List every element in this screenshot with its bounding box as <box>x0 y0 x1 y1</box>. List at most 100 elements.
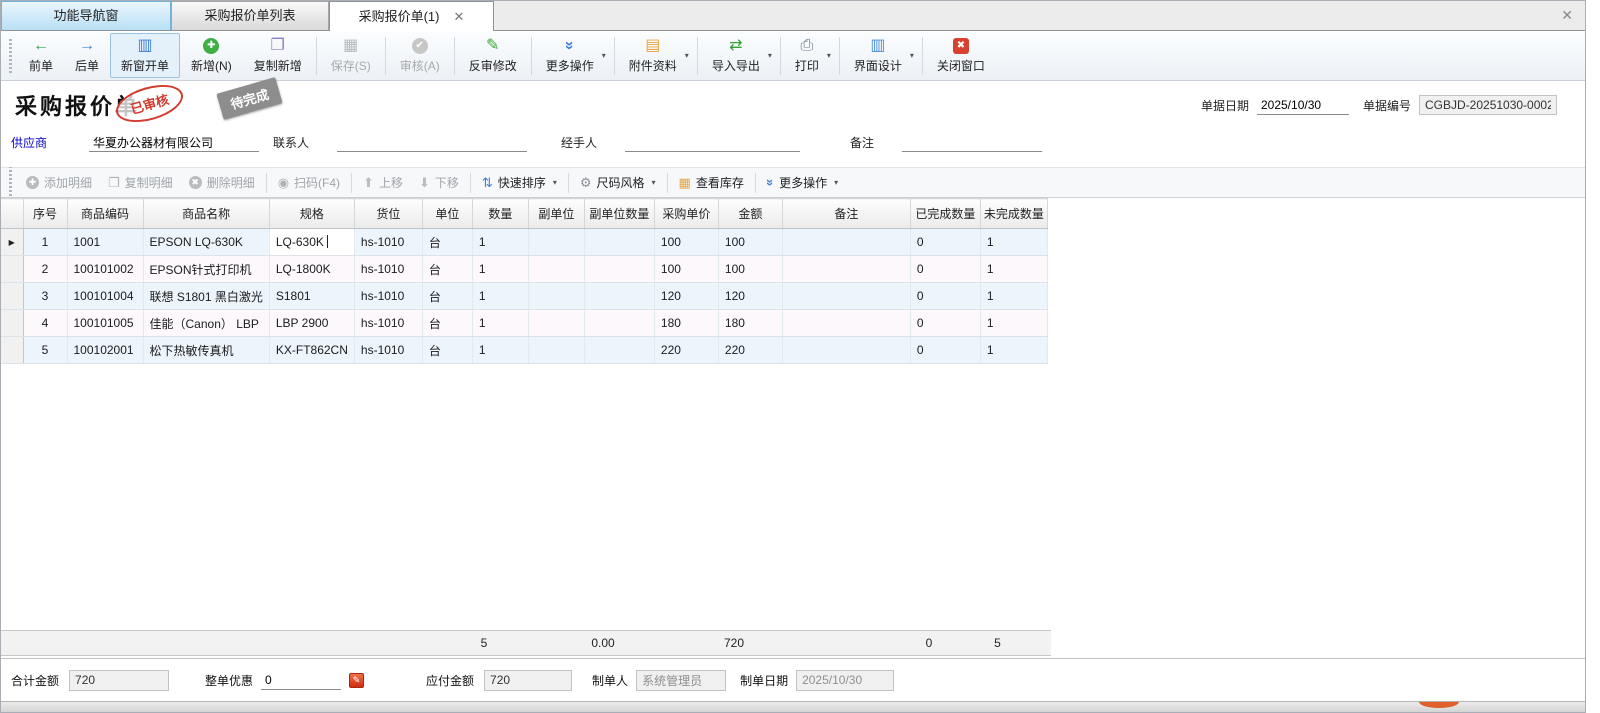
cell-seq[interactable]: 3 <box>23 283 67 310</box>
table-row[interactable]: 3100101004联想 S1801 黑白激光S1801hs-1010台1120… <box>1 283 1047 310</box>
cell-price[interactable]: 180 <box>654 310 718 337</box>
toolbar-drag-handle[interactable] <box>9 39 12 73</box>
cell-name[interactable]: EPSON LQ-630K <box>143 229 269 256</box>
cell-subqty[interactable] <box>584 310 654 337</box>
toolbar-drag-handle[interactable] <box>9 166 12 200</box>
cell-remark[interactable] <box>782 229 910 256</box>
row-selector-cell[interactable] <box>1 283 23 310</box>
cell-name[interactable]: EPSON针式打印机 <box>143 256 269 283</box>
toolbar-more-actions-button[interactable]: »更多操作▾ <box>535 33 611 78</box>
cell-subqty[interactable] <box>584 283 654 310</box>
column-header-subqty[interactable]: 副单位数量 <box>584 199 654 229</box>
cell-subunit[interactable] <box>528 229 584 256</box>
cell-price[interactable]: 100 <box>654 229 718 256</box>
cell-qty[interactable]: 1 <box>472 310 528 337</box>
toolbar-close-window-button[interactable]: ✖关闭窗口 <box>926 34 996 78</box>
cell-spec[interactable]: S1801 <box>269 283 354 310</box>
cell-qty[interactable]: 1 <box>472 229 528 256</box>
column-header-price[interactable]: 采购单价 <box>654 199 718 229</box>
cell-unit[interactable]: 台 <box>422 256 472 283</box>
supplier-input[interactable] <box>89 133 259 152</box>
toolbar-next-doc-button[interactable]: →后单 <box>64 33 110 78</box>
cell-code[interactable]: 100101004 <box>67 283 143 310</box>
cell-seq[interactable]: 4 <box>23 310 67 337</box>
cell-spec[interactable]: LQ-1800K <box>269 256 354 283</box>
toolbar-add-new-button[interactable]: ✚新增(N) <box>180 34 243 78</box>
cell-loc[interactable]: hs-1010 <box>354 283 422 310</box>
cell-seq[interactable]: 1 <box>23 229 67 256</box>
column-header-qty[interactable]: 数量 <box>472 199 528 229</box>
cell-price[interactable]: 120 <box>654 283 718 310</box>
cell-code[interactable]: 100102001 <box>67 337 143 364</box>
row-selector-cell[interactable] <box>1 310 23 337</box>
cell-done[interactable]: 0 <box>910 283 980 310</box>
cell-loc[interactable]: hs-1010 <box>354 256 422 283</box>
toolbar-new-window-button[interactable]: ▥新窗开单 <box>110 33 180 78</box>
column-header-code[interactable]: 商品编码 <box>67 199 143 229</box>
column-header-undone[interactable]: 未完成数量 <box>980 199 1047 229</box>
detail-toolbar-size-style-button[interactable]: ⚙尺码风格▾ <box>572 171 664 195</box>
cell-subqty[interactable] <box>584 337 654 364</box>
detail-toolbar-view-stock-button[interactable]: ▦查看库存 <box>671 171 752 195</box>
detail-toolbar-quick-sort-button[interactable]: ⇅快速排序▾ <box>474 171 565 195</box>
cell-amount[interactable]: 100 <box>718 229 782 256</box>
toolbar-unaudit-edit-button[interactable]: ✎反审修改 <box>458 33 528 78</box>
column-header-subunit[interactable]: 副单位 <box>528 199 584 229</box>
cell-name[interactable]: 松下热敏传真机 <box>143 337 269 364</box>
tab-close-icon[interactable]: ✕ <box>453 3 464 30</box>
cell-done[interactable]: 0 <box>910 337 980 364</box>
cell-undone[interactable]: 1 <box>980 310 1047 337</box>
chevron-down-icon[interactable]: ▾ <box>834 178 838 187</box>
cell-amount[interactable]: 220 <box>718 337 782 364</box>
row-selector-cell[interactable] <box>1 256 23 283</box>
cell-done[interactable]: 0 <box>910 229 980 256</box>
discount-edit-icon[interactable]: ✎ <box>349 673 364 688</box>
cell-seq[interactable]: 5 <box>23 337 67 364</box>
cell-subqty[interactable] <box>584 256 654 283</box>
discount-input[interactable] <box>261 670 341 690</box>
toolbar-print-button[interactable]: ⎙打印▾ <box>784 33 836 78</box>
row-selector-header[interactable] <box>1 199 23 229</box>
toolbar-import-export-button[interactable]: ⇄导入导出▾ <box>701 33 777 78</box>
cell-loc[interactable]: hs-1010 <box>354 229 422 256</box>
cell-done[interactable]: 0 <box>910 310 980 337</box>
cell-unit[interactable]: 台 <box>422 229 472 256</box>
cell-subunit[interactable] <box>528 337 584 364</box>
cell-seq[interactable]: 2 <box>23 256 67 283</box>
cell-done[interactable]: 0 <box>910 256 980 283</box>
chevron-down-icon[interactable]: ▾ <box>602 51 606 60</box>
column-header-amount[interactable]: 金额 <box>718 199 782 229</box>
remark-input[interactable] <box>902 133 1042 152</box>
column-header-done[interactable]: 已完成数量 <box>910 199 980 229</box>
chevron-down-icon[interactable]: ▾ <box>910 51 914 60</box>
table-row[interactable]: ▶11001EPSON LQ-630KLQ-630Khs-1010台110010… <box>1 229 1047 256</box>
column-header-loc[interactable]: 货位 <box>354 199 422 229</box>
row-selector-cell[interactable]: ▶ <box>1 229 23 256</box>
cell-name[interactable]: 联想 S1801 黑白激光 <box>143 283 269 310</box>
doc-date-input[interactable] <box>1257 96 1349 115</box>
handler-input[interactable] <box>625 133 800 152</box>
supplier-link[interactable]: 供应商 <box>11 134 47 151</box>
cell-code[interactable]: 100101005 <box>67 310 143 337</box>
column-header-unit[interactable]: 单位 <box>422 199 472 229</box>
cell-amount[interactable]: 120 <box>718 283 782 310</box>
chevron-down-icon[interactable]: ▾ <box>827 51 831 60</box>
column-header-remark[interactable]: 备注 <box>782 199 910 229</box>
cell-code[interactable]: 100101002 <box>67 256 143 283</box>
doc-number-field[interactable] <box>1419 95 1557 115</box>
cell-amount[interactable]: 100 <box>718 256 782 283</box>
cell-code[interactable]: 1001 <box>67 229 143 256</box>
cell-qty[interactable]: 1 <box>472 283 528 310</box>
cell-undone[interactable]: 1 <box>980 256 1047 283</box>
cell-qty[interactable]: 1 <box>472 337 528 364</box>
cell-subunit[interactable] <box>528 256 584 283</box>
tab-quotation-active[interactable]: 采购报价单(1) ✕ <box>329 1 494 31</box>
cell-spec[interactable]: LBP 2900 <box>269 310 354 337</box>
chevron-down-icon[interactable]: ▾ <box>685 51 689 60</box>
row-selector-cell[interactable] <box>1 337 23 364</box>
table-row[interactable]: 5100102001松下热敏传真机KX-FT862CNhs-1010台12202… <box>1 337 1047 364</box>
chevron-down-icon[interactable]: ▾ <box>553 178 557 187</box>
cell-unit[interactable]: 台 <box>422 310 472 337</box>
cell-spec[interactable]: LQ-630K <box>269 229 354 256</box>
table-row[interactable]: 2100101002EPSON针式打印机LQ-1800Khs-1010台 1 100… <box>1 256 1047 283</box>
